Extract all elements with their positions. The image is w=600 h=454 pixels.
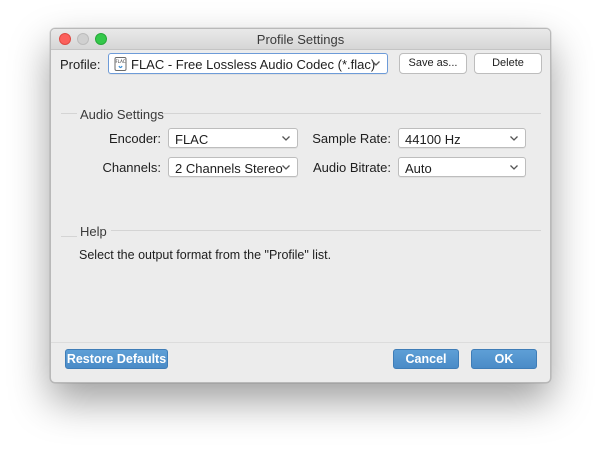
sample-rate-value: 44100 Hz	[405, 132, 461, 147]
audio-group-line-left	[61, 113, 77, 114]
restore-defaults-button[interactable]: Restore Defaults	[65, 349, 168, 369]
audio-bitrate-label: Audio Bitrate:	[312, 160, 391, 175]
encoder-value: FLAC	[175, 132, 209, 147]
audio-bitrate-select[interactable]: Auto	[398, 157, 526, 177]
flac-file-icon: FLAC	[114, 57, 127, 71]
sample-rate-select[interactable]: 44100 Hz	[398, 128, 526, 148]
svg-text:FLAC: FLAC	[115, 59, 125, 64]
chevron-down-icon	[510, 136, 518, 141]
chevron-down-icon	[372, 61, 380, 66]
chevron-down-icon	[510, 165, 518, 170]
sample-rate-label: Sample Rate:	[312, 131, 391, 146]
ok-button[interactable]: OK	[471, 349, 537, 369]
profile-label: Profile:	[60, 57, 101, 72]
encoder-select[interactable]: FLAC	[168, 128, 298, 148]
channels-select[interactable]: 2 Channels Stereo	[168, 157, 298, 177]
profile-select[interactable]: FLAC FLAC - Free Lossless Audio Codec (*…	[108, 53, 388, 74]
footer-divider	[51, 342, 550, 343]
help-heading: Help	[80, 224, 107, 239]
cancel-button[interactable]: Cancel	[393, 349, 459, 369]
profile-row: Profile: FLAC FLAC - Free Lossless Audio…	[51, 51, 550, 79]
title-bar[interactable]: Profile Settings	[51, 29, 550, 50]
audio-settings-heading: Audio Settings	[80, 107, 164, 122]
profile-value: FLAC - Free Lossless Audio Codec (*.flac…	[131, 57, 376, 72]
window-title: Profile Settings	[256, 32, 345, 47]
audio-group-line-right	[163, 113, 541, 114]
delete-button[interactable]: Delete	[474, 53, 542, 74]
encoder-label: Encoder:	[108, 131, 161, 146]
save-as-button[interactable]: Save as...	[399, 53, 467, 74]
help-group-line-right	[111, 230, 541, 231]
profile-settings-window: Profile Settings Profile: FLAC FLAC - Fr…	[50, 28, 551, 383]
channels-value: 2 Channels Stereo	[175, 161, 283, 176]
help-text: Select the output format from the "Profi…	[79, 248, 332, 262]
channels-label: Channels:	[102, 160, 161, 175]
help-group-line-left	[61, 236, 77, 237]
audio-bitrate-value: Auto	[405, 161, 432, 176]
